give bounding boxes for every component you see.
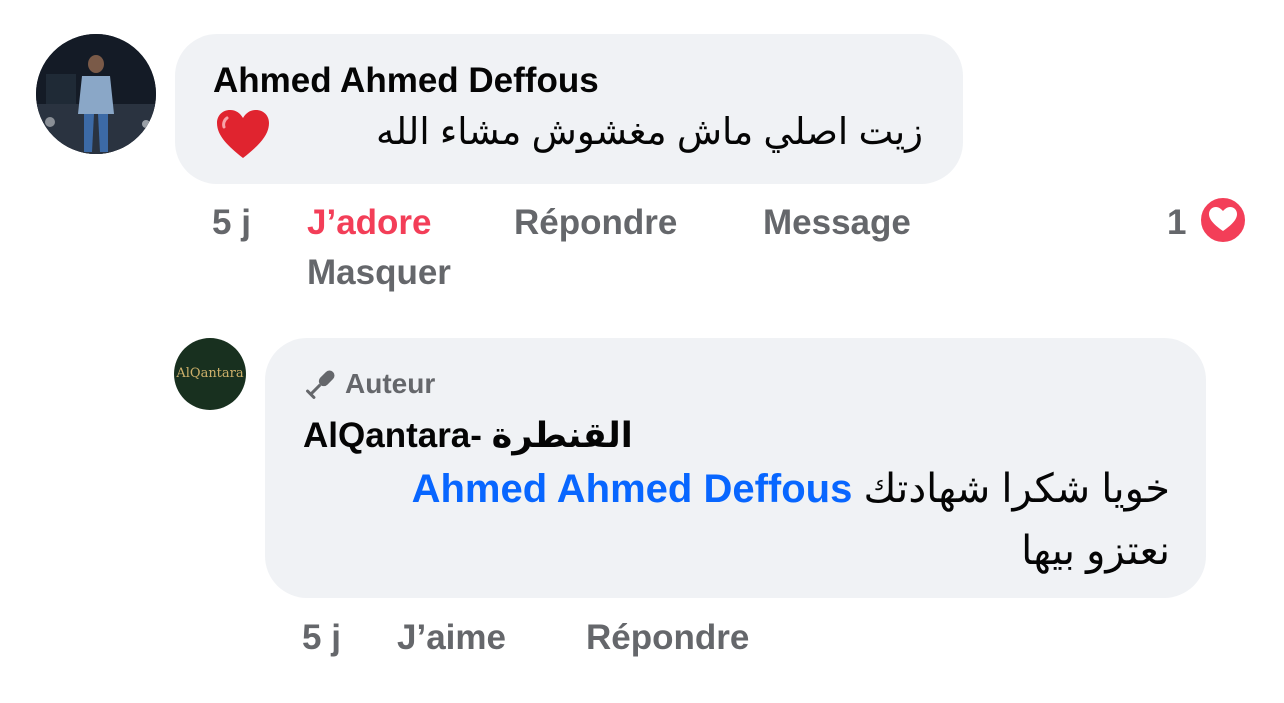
reply-reply-button[interactable]: Répondre xyxy=(586,618,749,658)
microphone-icon xyxy=(306,370,335,399)
reply-bubble: Auteur AlQantara- القنطرة Ahmed Ahmed De… xyxy=(265,338,1206,598)
reply-text: خويا شكرا شهادتك xyxy=(863,467,1170,511)
author-badge-label: Auteur xyxy=(345,368,436,399)
comment-author-name[interactable]: Ahmed Ahmed Deffous xyxy=(213,61,599,101)
hide-button[interactable]: Masquer xyxy=(307,253,451,293)
message-button[interactable]: Message xyxy=(763,203,911,243)
author-badge: Auteur xyxy=(303,366,435,402)
red-heart-icon xyxy=(217,110,269,158)
reply-button[interactable]: Répondre xyxy=(514,203,677,243)
profile-photo xyxy=(36,34,156,154)
comment-text: زيت اصلي ماش مغشوش مشاء الله xyxy=(375,111,923,152)
page-avatar[interactable]: AlQantara xyxy=(174,338,246,410)
like-button[interactable]: J’aime xyxy=(397,618,506,658)
reply-text-continued: نعتزو بيها xyxy=(1021,529,1170,573)
love-reaction-icon[interactable] xyxy=(1199,196,1247,244)
love-button[interactable]: J’adore xyxy=(307,203,432,243)
comment-bubble: Ahmed Ahmed Deffous زيت اصلي ماش مغشوش م… xyxy=(175,34,963,184)
reaction-count[interactable]: 1 xyxy=(1167,203,1186,243)
mention-link[interactable]: Ahmed Ahmed Deffous xyxy=(412,467,853,511)
comment-timestamp[interactable]: 5 j xyxy=(212,203,251,243)
reply-timestamp[interactable]: 5 j xyxy=(302,618,341,658)
commenter-avatar[interactable] xyxy=(36,34,156,154)
reply-author-name[interactable]: AlQantara- القنطرة xyxy=(303,416,633,456)
page-logo-text: AlQantara xyxy=(176,366,244,381)
reply-text-line: Ahmed Ahmed Deffous خويا شكرا شهادتك xyxy=(400,466,1170,512)
